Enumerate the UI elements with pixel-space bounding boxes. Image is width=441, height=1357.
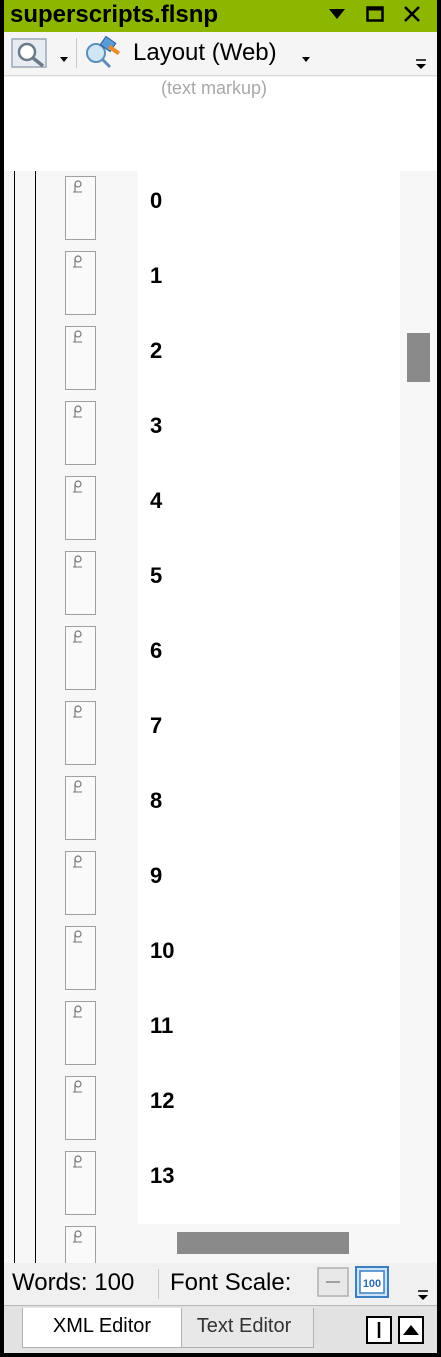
- paragraph-tag-icon: [73, 405, 82, 418]
- show-line-icon[interactable]: [366, 1316, 392, 1344]
- expand-up-icon[interactable]: [398, 1316, 424, 1344]
- toolbar-separator: [76, 38, 77, 68]
- paragraph-tag-marker[interactable]: [65, 626, 96, 690]
- paragraph-text[interactable]: 10: [150, 938, 174, 964]
- paragraph-tag-icon: [73, 1230, 82, 1243]
- toolbar-overflow-icon[interactable]: [412, 42, 430, 70]
- paragraph-text[interactable]: 8: [150, 788, 162, 814]
- paragraph-text[interactable]: 9: [150, 863, 162, 889]
- tab-text-editor[interactable]: Text Editor: [174, 1308, 314, 1348]
- paragraph-text[interactable]: 3: [150, 413, 162, 439]
- zoom-dropdown-icon[interactable]: [59, 51, 69, 62]
- paragraph-tag-icon: [73, 555, 82, 568]
- structure-gutter-line: [14, 171, 15, 1263]
- paragraph-tag-icon: [73, 630, 82, 643]
- editor-tab-bar: Text Editor XML Editor: [4, 1305, 437, 1353]
- paragraph-text[interactable]: 13: [150, 1163, 174, 1189]
- paragraph-tag-marker[interactable]: [65, 1076, 96, 1140]
- paragraph-text[interactable]: 4: [150, 488, 162, 514]
- editor-window: superscripts.flsnp Layout (Web) (text ma…: [4, 0, 437, 1353]
- maximize-icon[interactable]: [360, 0, 390, 28]
- paragraph-tag-icon: [73, 480, 82, 493]
- paragraph-tag-marker[interactable]: [65, 776, 96, 840]
- paragraph-text[interactable]: 12: [150, 1088, 174, 1114]
- paragraph-tag-icon: [73, 330, 82, 343]
- paragraph-text[interactable]: 0: [150, 188, 162, 214]
- paragraph-tag-marker[interactable]: [65, 701, 96, 765]
- status-separator: [158, 1269, 159, 1299]
- window-title: superscripts.flsnp: [10, 1, 219, 28]
- magnifier-icon[interactable]: [10, 37, 50, 69]
- paragraph-tag-marker[interactable]: [65, 551, 96, 615]
- paragraph-text[interactable]: 1: [150, 263, 162, 289]
- paragraph-tag-icon: [73, 180, 82, 193]
- horizontal-scrollbar-thumb[interactable]: [177, 1232, 349, 1254]
- paragraph-tag-icon: [73, 780, 82, 793]
- markup-note: (text markup): [160, 78, 268, 98]
- paragraph-text[interactable]: 11: [150, 1013, 173, 1039]
- layout-dropdown-icon[interactable]: [301, 51, 311, 62]
- tab-xml-editor[interactable]: XML Editor: [22, 1308, 182, 1348]
- status-bar: Words: 100 Font Scale: 100: [4, 1263, 437, 1305]
- paragraph-tag-icon: [73, 1155, 82, 1168]
- paragraph-tag-marker[interactable]: [65, 401, 96, 465]
- paragraph-tag-icon: [73, 1005, 82, 1018]
- paragraph-tag-marker[interactable]: [65, 326, 96, 390]
- paragraph-tag-marker[interactable]: [65, 476, 96, 540]
- font-scale-label: Font Scale:: [170, 1269, 292, 1296]
- paragraph-tag-marker[interactable]: [65, 851, 96, 915]
- paragraph-tag-icon: [73, 255, 82, 268]
- word-count: Words: 100: [12, 1269, 135, 1296]
- paragraph-text[interactable]: 7: [150, 713, 162, 739]
- close-icon[interactable]: [397, 0, 427, 28]
- paragraph-tag-icon: [73, 930, 82, 943]
- paragraph-tag-marker[interactable]: [65, 1001, 96, 1065]
- layout-mode-label[interactable]: Layout (Web): [133, 38, 277, 68]
- paragraph-tag-icon: [73, 705, 82, 718]
- paragraph-tag-marker[interactable]: [65, 251, 96, 315]
- paragraph-text[interactable]: 6: [150, 638, 162, 664]
- font-scale-decrease-icon[interactable]: [315, 1265, 351, 1299]
- paragraph-text[interactable]: 5: [150, 563, 162, 589]
- vertical-scrollbar-thumb[interactable]: [407, 333, 430, 382]
- window-frame: superscripts.flsnp Layout (Web) (text ma…: [0, 0, 441, 1357]
- markup-header: (text markup): [4, 77, 437, 171]
- paragraph-tag-icon: [73, 855, 82, 868]
- paragraph-tag-marker[interactable]: [65, 176, 96, 240]
- text-column[interactable]: [138, 171, 400, 1224]
- paragraph-tag-marker[interactable]: [65, 1151, 96, 1215]
- structure-gutter-line: [35, 171, 36, 1263]
- window-menu-dropdown-icon[interactable]: [322, 0, 352, 28]
- document-content[interactable]: 0 1 2 3 4 5 6 7 8 9 10 11 12 13: [4, 171, 437, 1263]
- statusbar-overflow-icon[interactable]: [414, 1273, 432, 1301]
- title-bar: superscripts.flsnp: [4, 0, 437, 32]
- paragraph-tag-icon: [73, 1080, 82, 1093]
- paragraph-tag-marker[interactable]: [65, 1226, 96, 1263]
- paragraph-text[interactable]: 2: [150, 338, 162, 364]
- font-scale-100-label: 100: [363, 1278, 381, 1290]
- paragraph-tag-marker[interactable]: [65, 926, 96, 990]
- toolbar: Layout (Web): [4, 32, 437, 76]
- layout-brush-icon[interactable]: [84, 35, 124, 70]
- font-scale-100-button[interactable]: 100: [354, 1265, 390, 1299]
